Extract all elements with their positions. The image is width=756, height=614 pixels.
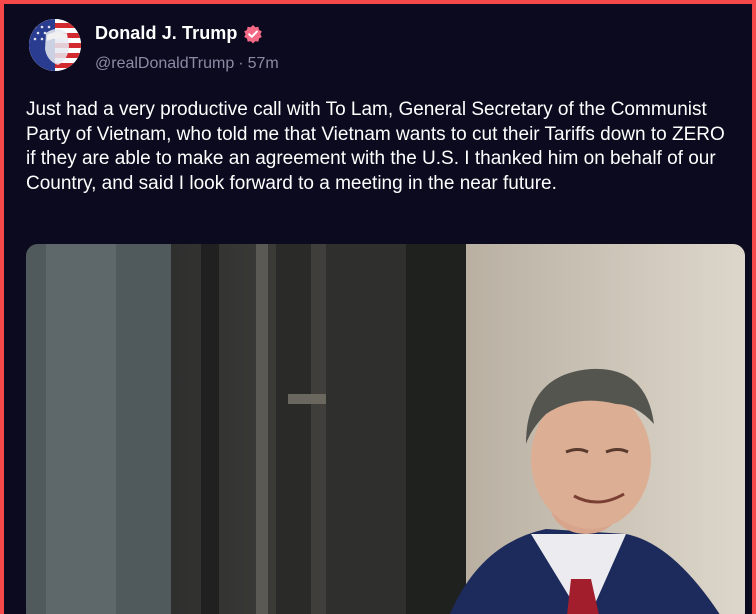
verified-badge-icon bbox=[243, 24, 262, 43]
author-name[interactable]: Donald J. Trump bbox=[95, 23, 238, 44]
post-header: Donald J. Trump @realDonaldTrump · 57m bbox=[25, 17, 725, 77]
post-body: Just had a very productive call with To … bbox=[26, 99, 725, 194]
author-row: Donald J. Trump bbox=[95, 23, 263, 44]
post-image[interactable] bbox=[26, 244, 745, 614]
post-timestamp[interactable]: 57m bbox=[248, 55, 279, 72]
post-meta: @realDonaldTrump · 57m bbox=[95, 55, 279, 73]
photo-portrait bbox=[26, 244, 745, 614]
post-card: Donald J. Trump @realDonaldTrump · 57m Jus… bbox=[0, 0, 756, 614]
avatar-image bbox=[29, 19, 81, 71]
meta-separator: · bbox=[238, 55, 244, 72]
avatar[interactable] bbox=[29, 19, 81, 71]
author-handle[interactable]: @realDonaldTrump bbox=[95, 55, 234, 72]
